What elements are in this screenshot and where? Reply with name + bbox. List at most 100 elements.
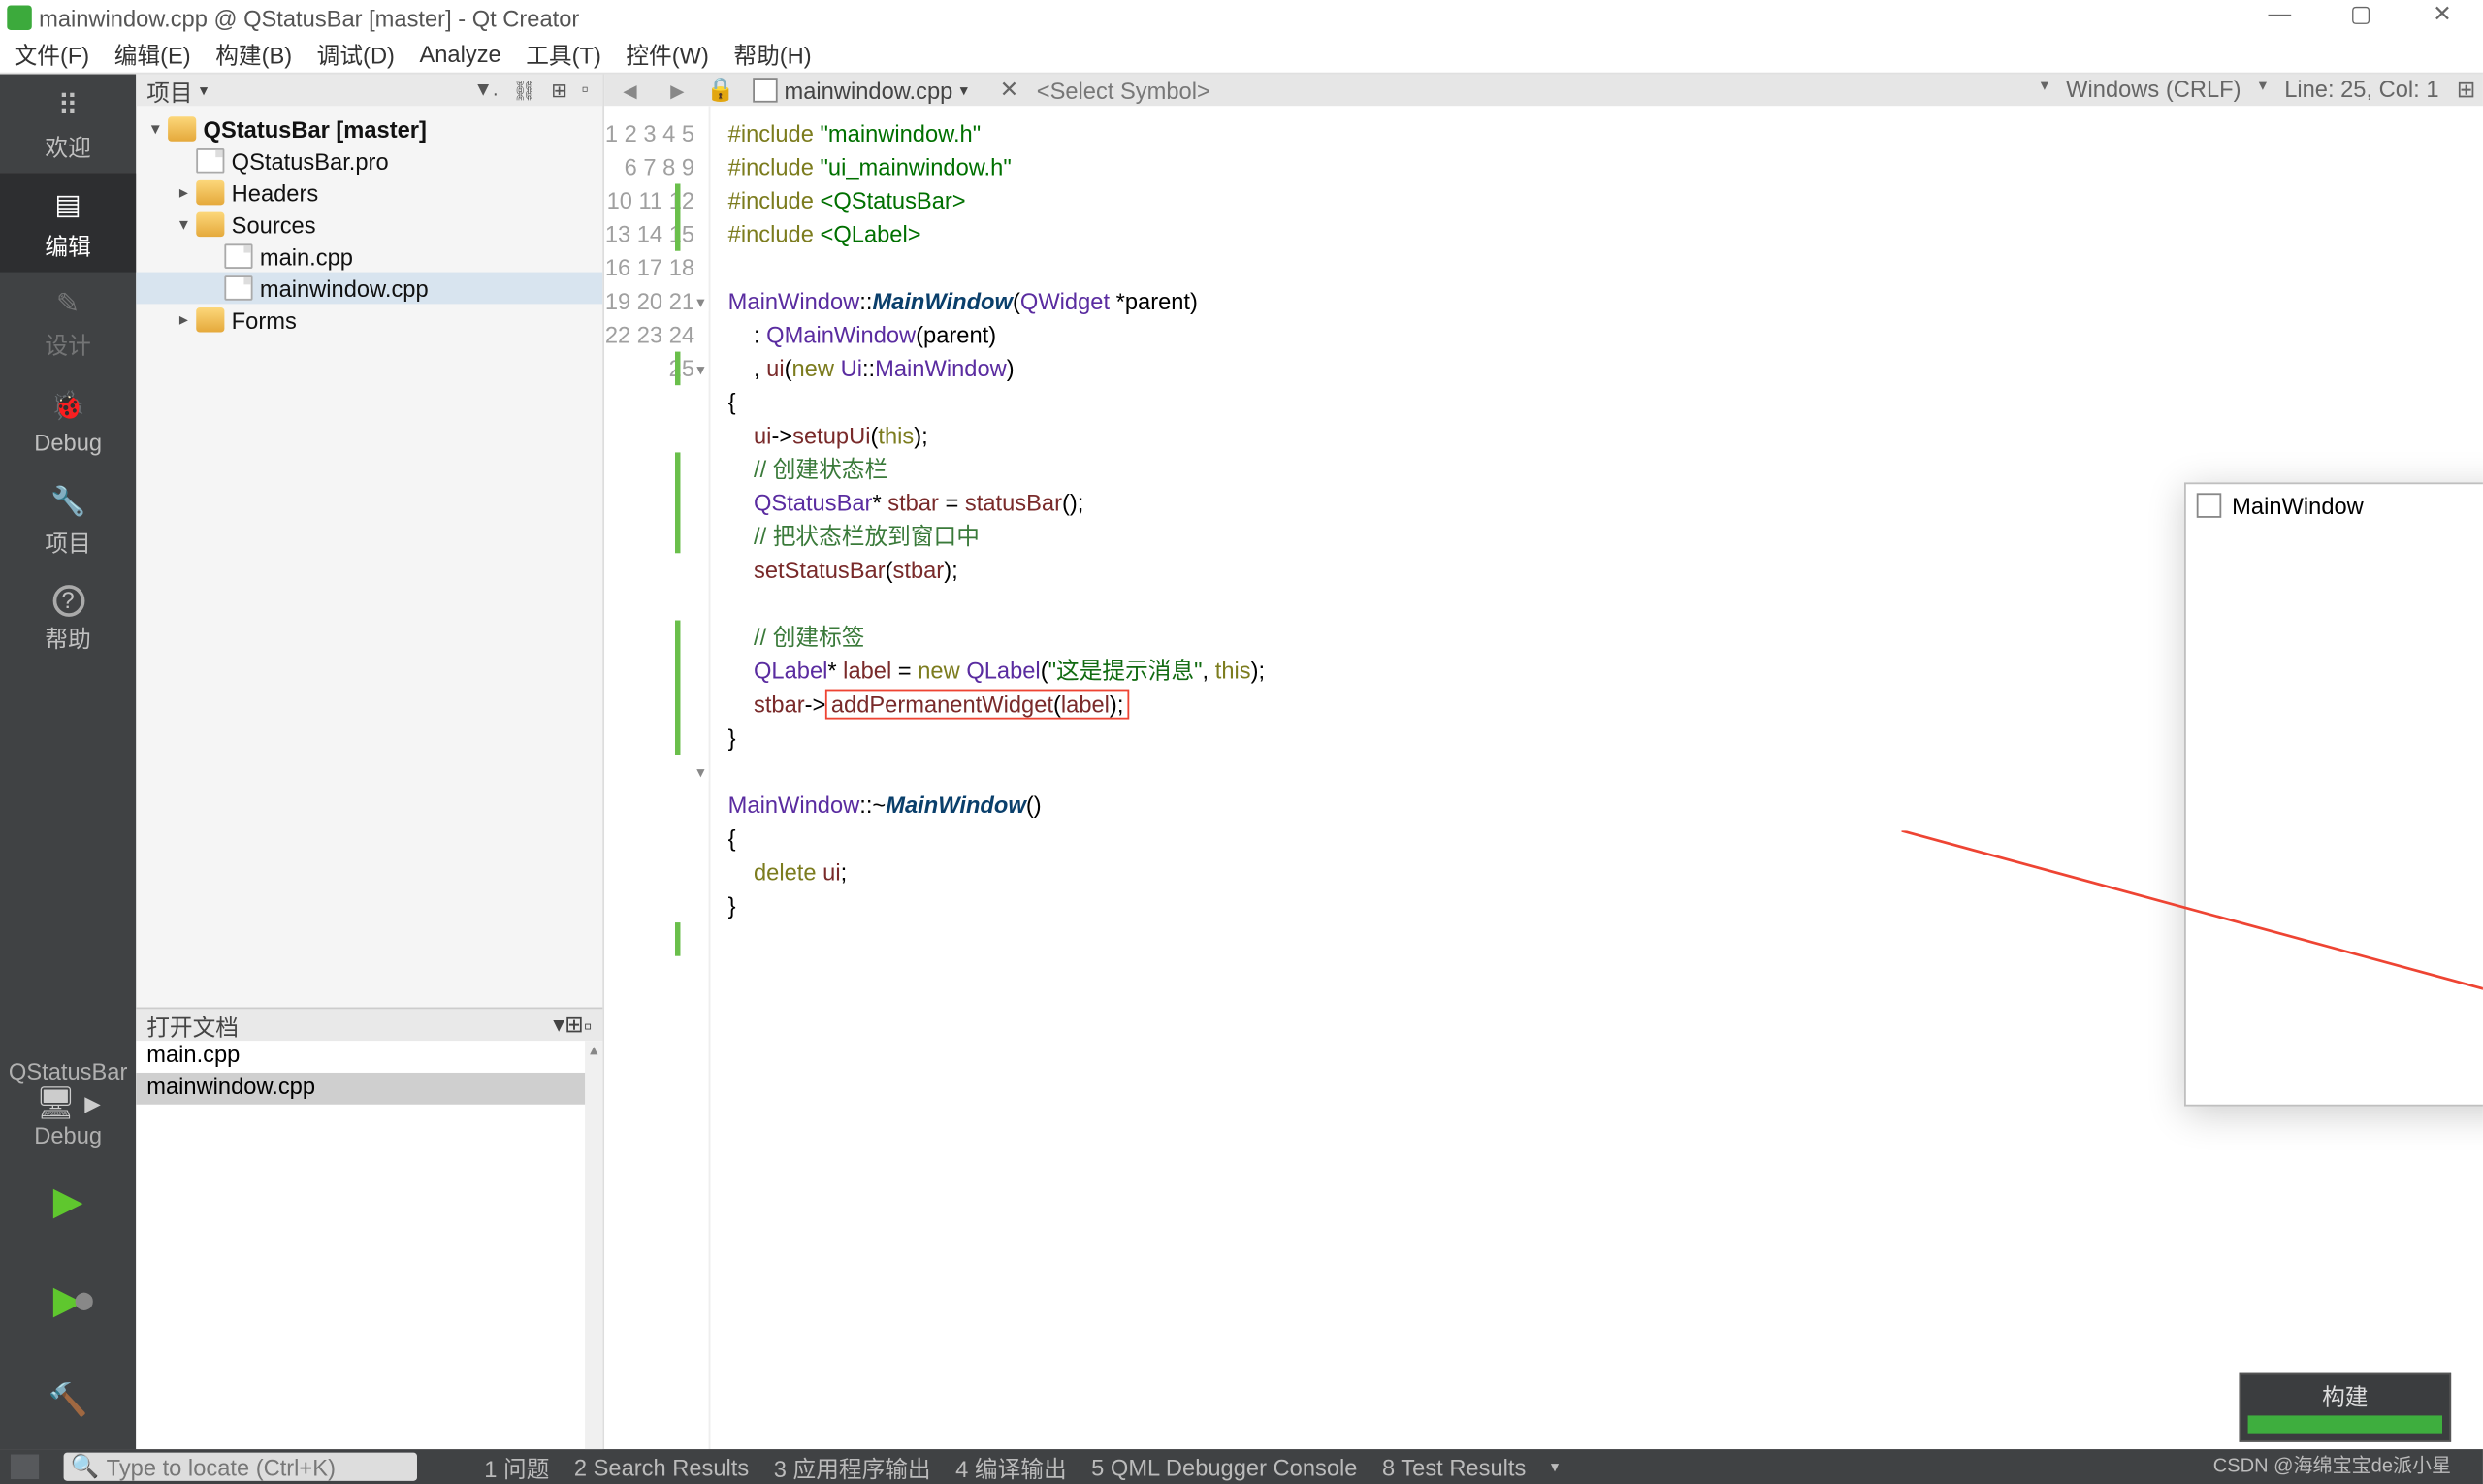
menu-edit[interactable]: 编辑(E) <box>114 37 191 71</box>
close-panel-icon[interactable]: ▫ <box>584 1012 592 1038</box>
output-tab-app[interactable]: 3 应用程序输出 <box>774 1450 931 1484</box>
wrench-icon: 🔧 <box>48 481 87 520</box>
maximize-icon[interactable]: ▢ <box>2320 0 2402 28</box>
app-icon <box>2197 493 2222 518</box>
chevron-down-icon[interactable]: ▾ <box>1551 1457 1559 1476</box>
scrollbar-up-icon[interactable]: ▴ <box>585 1041 602 1060</box>
menu-tools[interactable]: 工具(T) <box>526 37 601 71</box>
open-docs-list[interactable]: main.cpp mainwindow.cpp ▴ <box>136 1041 602 1449</box>
locator-input[interactable]: 🔍 Type to locate (Ctrl+K) <box>64 1453 417 1481</box>
close-icon[interactable]: ✕ <box>2402 0 2483 28</box>
mode-projects[interactable]: 🔧项目 <box>0 470 136 569</box>
status-bar: 🔍 Type to locate (Ctrl+K) 1 问题 2 Search … <box>0 1449 2483 1484</box>
mode-help[interactable]: ?帮助 <box>0 569 136 668</box>
bug-icon: 🐞 <box>48 386 87 425</box>
mode-design[interactable]: ✎设计 <box>0 273 136 371</box>
output-tab-issues[interactable]: 1 问题 <box>484 1450 549 1484</box>
search-icon: 🔍 <box>71 1453 99 1481</box>
tree-main-cpp[interactable]: main.cpp <box>136 241 602 273</box>
symbol-selector[interactable]: <Select Symbol> <box>1037 77 1210 103</box>
run-debug-button[interactable]: ▶⬤ <box>0 1251 136 1350</box>
tree-headers[interactable]: ▸Headers <box>136 177 602 209</box>
close-file-icon[interactable]: ✕ <box>992 76 1025 104</box>
open-doc-item[interactable]: main.cpp <box>136 1041 585 1073</box>
project-tree[interactable]: ▾QStatusBar [master] QStatusBar.pro ▸Hea… <box>136 106 602 1007</box>
window-titlebar: mainwindow.cpp @ QStatusBar [master] - Q… <box>0 0 2483 35</box>
menu-analyze[interactable]: Analyze <box>419 41 500 67</box>
split-icon[interactable]: ⊞ <box>548 79 571 102</box>
build-progress-popup[interactable]: 构建 <box>2239 1373 2451 1442</box>
open-documents-panel: 打开文档 ▾ ⊞ ▫ main.cpp mainwindow.cpp ▴ <box>136 1008 602 1450</box>
cpp-file-icon <box>224 275 252 301</box>
editor-body[interactable]: ▾ ▾ ▾ 1 2 3 4 5 6 7 8 9 10 11 12 13 14 1… <box>604 106 2483 1449</box>
folder-icon <box>196 307 224 333</box>
editor-toolbar: ◄ ► 🔒 mainwindow.cpp ▾ ✕ <Select Symbol>… <box>604 75 2483 107</box>
mode-sidebar: ⠿欢迎 ▤编辑 ✎设计 🐞Debug 🔧项目 ?帮助 QStatusBar 🖥 … <box>0 75 136 1450</box>
tree-root[interactable]: ▾QStatusBar [master] <box>136 113 602 145</box>
output-tab-qml[interactable]: 5 QML Debugger Console <box>1091 1454 1357 1480</box>
folder-icon <box>196 212 224 238</box>
link-icon[interactable]: ⛓ <box>509 79 541 102</box>
fold-icon[interactable]: ▾ <box>693 765 708 781</box>
menu-help[interactable]: 帮助(H) <box>733 37 811 71</box>
tree-forms[interactable]: ▸Forms <box>136 304 602 336</box>
filter-icon[interactable]: ▼. <box>470 80 502 101</box>
lock-icon[interactable]: 🔒 <box>706 76 727 104</box>
progress-bar <box>2248 1415 2442 1433</box>
app-logo-icon <box>7 5 32 30</box>
menu-bar: 文件(F) 编辑(E) 构建(B) 调试(D) Analyze 工具(T) 控件… <box>0 35 2483 74</box>
document-icon: ▤ <box>48 184 87 223</box>
kit-selector[interactable]: QStatusBar 🖥 ▸ Debug <box>0 1053 136 1152</box>
menu-debug[interactable]: 调试(D) <box>317 37 395 71</box>
dropdown-icon[interactable]: ▾ <box>200 81 208 100</box>
window-title: mainwindow.cpp @ QStatusBar [master] - Q… <box>39 5 579 31</box>
nav-back-icon[interactable]: ◄ <box>611 77 648 103</box>
mode-welcome[interactable]: ⠿欢迎 <box>0 75 136 174</box>
mode-debug[interactable]: 🐞Debug <box>0 371 136 470</box>
nav-fwd-icon[interactable]: ► <box>659 77 695 103</box>
open-doc-item[interactable]: mainwindow.cpp <box>136 1073 585 1105</box>
tree-pro-file[interactable]: QStatusBar.pro <box>136 145 602 177</box>
output-tab-compile[interactable]: 4 编译输出 <box>955 1450 1067 1484</box>
project-panel-header: 项目 ▾ ▼. ⛓ ⊞ ▫ <box>136 75 602 107</box>
tree-mainwindow-cpp[interactable]: mainwindow.cpp <box>136 273 602 305</box>
cursor-position[interactable]: Line: 25, Col: 1 <box>2284 76 2438 104</box>
tree-sources[interactable]: ▾Sources <box>136 209 602 241</box>
file-icon <box>196 148 224 174</box>
navigation-panel: 项目 ▾ ▼. ⛓ ⊞ ▫ ▾QStatusBar [master] QStat… <box>136 75 604 1450</box>
close-panel-icon[interactable]: ▫ <box>578 80 592 101</box>
pencil-icon: ✎ <box>48 283 87 322</box>
open-docs-header: 打开文档 ▾ ⊞ ▫ <box>136 1009 602 1041</box>
play-icon: ▶ <box>53 1178 83 1224</box>
preview-titlebar: MainWindow — ☐ ✕ <box>2186 484 2483 527</box>
play-bug-icon: ▶⬤ <box>53 1277 83 1323</box>
watermark-text: CSDN @海绵宝宝de派小星 <box>2213 1451 2451 1479</box>
fold-icon[interactable]: ▾ <box>693 363 708 378</box>
monitor-icon: 🖥 ▸ <box>36 1084 101 1121</box>
build-button[interactable]: 🔨 <box>0 1350 136 1449</box>
menu-file[interactable]: 文件(F) <box>15 37 90 71</box>
code-editor: ◄ ► 🔒 mainwindow.cpp ▾ ✕ <Select Symbol>… <box>604 75 2483 1450</box>
output-tab-search[interactable]: 2 Search Results <box>574 1454 749 1480</box>
current-file-tab[interactable]: mainwindow.cpp ▾ <box>738 77 982 103</box>
fold-icon[interactable]: ▾ <box>693 295 708 310</box>
dropdown-icon[interactable]: ▾ <box>553 1011 564 1039</box>
toggle-sidebar-icon[interactable] <box>11 1455 39 1480</box>
cpp-file-icon <box>224 243 252 269</box>
folder-icon <box>168 116 196 142</box>
grid-icon: ⠿ <box>48 85 87 124</box>
run-button[interactable]: ▶ <box>0 1152 136 1251</box>
running-app-window: MainWindow — ☐ ✕ 这是提示消息 <box>2184 482 2483 1106</box>
menu-widgets[interactable]: 控件(W) <box>626 37 709 71</box>
file-icon <box>753 78 778 103</box>
menu-build[interactable]: 构建(B) <box>215 37 292 71</box>
split-icon[interactable]: ⊞ <box>564 1011 584 1039</box>
minimize-icon[interactable]: — <box>2239 0 2320 28</box>
mode-edit[interactable]: ▤编辑 <box>0 174 136 273</box>
output-tab-test[interactable]: 8 Test Results <box>1382 1454 1526 1480</box>
folder-icon <box>196 180 224 206</box>
line-ending[interactable]: Windows (CRLF) <box>2066 76 2241 104</box>
split-editor-icon[interactable]: ⊞ <box>2457 76 2476 104</box>
hammer-icon: 🔨 <box>48 1381 88 1418</box>
window-controls: — ▢ ✕ <box>2239 0 2482 28</box>
